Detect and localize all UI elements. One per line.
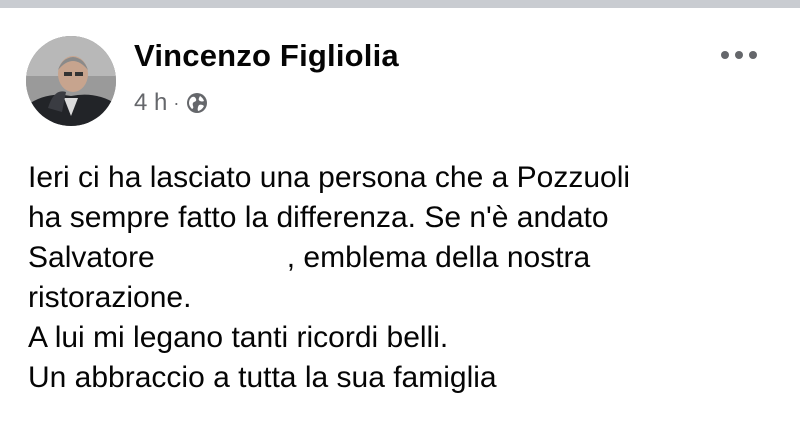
post-line-part: , emblema della nostra xyxy=(286,241,591,274)
top-divider xyxy=(0,0,800,8)
post-timestamp[interactable]: 4 h xyxy=(134,89,167,117)
avatar-photo xyxy=(26,36,116,126)
post-line-part: Salvatore xyxy=(28,241,155,274)
meta-separator: · xyxy=(173,92,180,113)
post-author-name[interactable]: Vincenzo Figliolia xyxy=(134,38,399,74)
redacted-name xyxy=(154,245,287,274)
post-message: Ieri ci ha lasciato una persona che a Po… xyxy=(28,158,788,398)
more-options-button[interactable] xyxy=(716,40,762,70)
post-line: Un abbraccio a tutta la sua famiglia xyxy=(28,361,497,394)
avatar[interactable] xyxy=(26,36,116,126)
post-meta: 4 h · xyxy=(134,88,209,118)
globe-icon[interactable] xyxy=(185,91,209,115)
post-line: ristorazione. xyxy=(28,281,192,314)
post-line: Ieri ci ha lasciato una persona che a Po… xyxy=(28,161,631,194)
post-line: Salvatore , emblema della nostra xyxy=(28,238,788,278)
more-options-icon xyxy=(721,51,757,59)
post-line: ha sempre fatto la differenza. Se n'è an… xyxy=(28,201,609,234)
post-line: A lui mi legano tanti ricordi belli. xyxy=(28,321,449,354)
post-card: Vincenzo Figliolia 4 h · Ieri ci ha lasc… xyxy=(0,8,800,429)
